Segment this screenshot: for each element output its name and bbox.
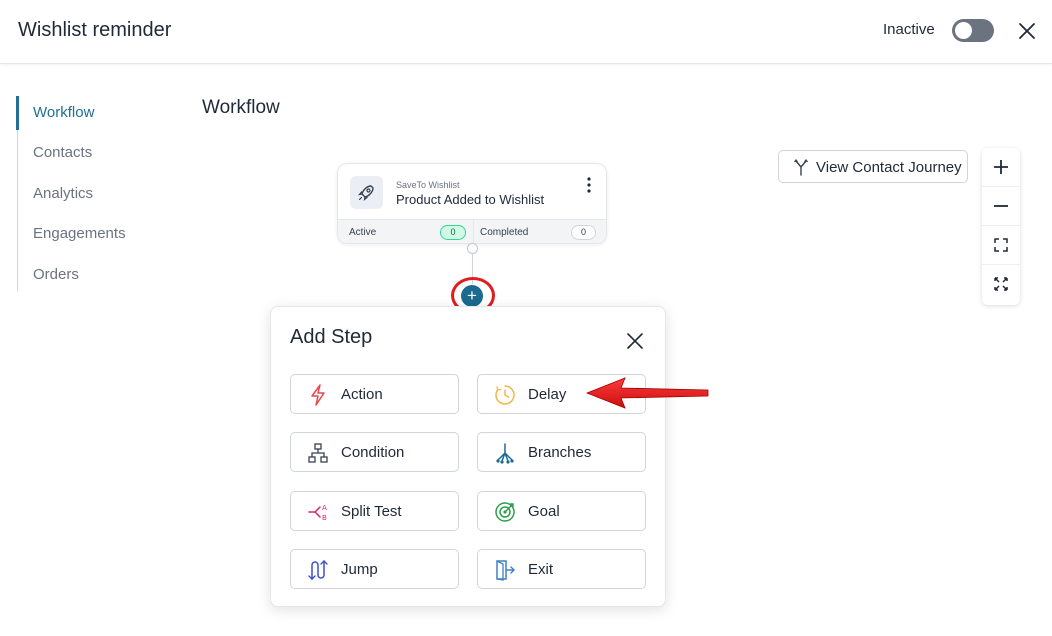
svg-text:B: B: [322, 514, 327, 522]
target-icon: [495, 502, 515, 522]
zoom-in-button[interactable]: [982, 148, 1020, 187]
svg-text:A: A: [322, 504, 327, 512]
step-exit-button[interactable]: Exit: [477, 549, 646, 589]
step-action-label: Action: [341, 386, 383, 403]
trigger-title: Product Added to Wishlist: [396, 192, 545, 207]
sidebar-nav: Workflow Contacts Analytics Engagements …: [16, 96, 158, 292]
clock-icon: [495, 385, 515, 405]
status-label: Inactive: [883, 21, 935, 38]
zoom-controls: [982, 148, 1020, 305]
close-icon[interactable]: [626, 332, 644, 350]
step-split-test-label: Split Test: [341, 503, 402, 520]
step-goal-label: Goal: [528, 503, 560, 520]
lightning-icon: [311, 384, 325, 406]
split-test-icon: A B: [308, 504, 327, 522]
jump-icon: [308, 560, 328, 580]
step-jump-button[interactable]: Jump: [290, 549, 459, 589]
section-title: Workflow: [202, 97, 280, 118]
branches-icon: [496, 443, 514, 464]
add-step-modal: Add Step Action Delay Condition Branches…: [270, 306, 666, 607]
sidebar-item-orders[interactable]: Orders: [18, 258, 158, 292]
add-step-button[interactable]: +: [461, 285, 483, 307]
fullscreen-icon: [994, 277, 1008, 291]
exit-icon: [496, 560, 515, 581]
fullscreen-button[interactable]: [982, 265, 1020, 304]
trigger-subtitle: SaveTo Wishlist: [396, 180, 460, 190]
step-jump-label: Jump: [341, 561, 378, 578]
view-contact-journey-label: View Contact Journey: [816, 159, 962, 176]
sidebar-item-workflow[interactable]: Workflow: [16, 96, 156, 130]
step-condition-button[interactable]: Condition: [290, 432, 459, 472]
step-condition-label: Condition: [341, 444, 405, 461]
modal-title: Add Step: [290, 326, 373, 348]
annotation-arrow-icon: [585, 377, 709, 409]
zoom-out-button[interactable]: [982, 187, 1020, 226]
step-branches-label: Branches: [528, 444, 592, 461]
fit-view-button[interactable]: [982, 226, 1020, 265]
step-action-button[interactable]: Action: [290, 374, 459, 414]
fit-view-icon: [994, 238, 1008, 252]
toggle-knob: [955, 22, 972, 39]
trigger-card[interactable]: SaveTo Wishlist Product Added to Wishlis…: [337, 163, 607, 244]
hierarchy-icon: [308, 443, 328, 463]
sidebar-item-engagements[interactable]: Engagements: [18, 217, 158, 251]
connector-dot: [467, 243, 478, 254]
zoom-out-icon: [994, 205, 1008, 207]
step-exit-label: Exit: [528, 561, 554, 578]
page-title: Wishlist reminder: [18, 19, 172, 41]
header: Wishlist reminder Inactive: [0, 0, 1052, 64]
active-count-badge: 0: [440, 225, 466, 240]
step-branches-button[interactable]: Branches: [477, 432, 646, 472]
trigger-stats: Active 0 Completed 0: [338, 219, 606, 243]
close-icon[interactable]: [1016, 20, 1038, 42]
sidebar-item-analytics[interactable]: Analytics: [18, 177, 158, 211]
active-toggle[interactable]: [952, 19, 994, 42]
more-options-icon[interactable]: [582, 176, 596, 194]
step-split-test-button[interactable]: A B Split Test: [290, 491, 459, 531]
active-label: Active: [349, 227, 377, 238]
completed-label: Completed: [480, 227, 529, 238]
completed-count-badge: 0: [571, 225, 596, 240]
journey-icon: [794, 159, 808, 176]
stats-divider: [473, 220, 474, 243]
trigger-icon-box: [350, 176, 383, 209]
step-delay-label: Delay: [528, 386, 567, 403]
sidebar-item-contacts[interactable]: Contacts: [18, 136, 158, 170]
rocket-icon: [357, 185, 374, 202]
step-goal-button[interactable]: Goal: [477, 491, 646, 531]
view-contact-journey-button[interactable]: View Contact Journey: [778, 150, 968, 183]
zoom-in-icon: [994, 160, 1008, 174]
